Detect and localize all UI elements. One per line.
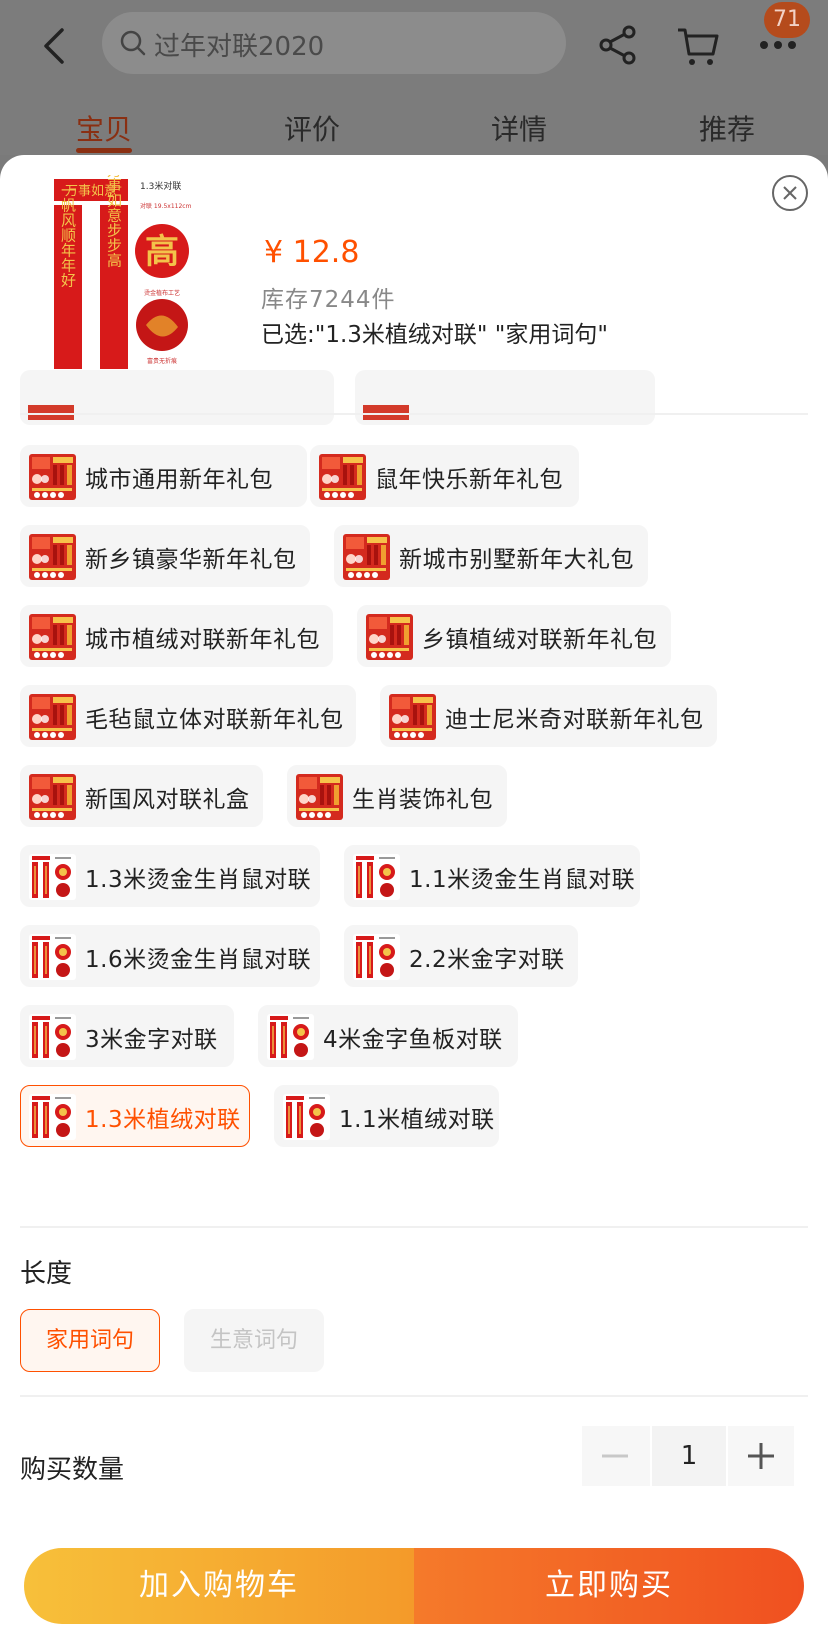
- option-thumbnail: [267, 1014, 314, 1060]
- product-thumbnail[interactable]: 万事如意 一帆风顺年年好 万事如意步步高 1.3米对联 对联 19.5x112c…: [50, 163, 210, 375]
- option-chip[interactable]: 1.3米烫金生肖鼠对联: [20, 845, 320, 907]
- thumb-left-scroll: 一帆风顺年年好: [59, 183, 77, 289]
- option-label: 毛毡鼠立体对联新年礼包: [85, 707, 344, 733]
- option-thumbnail: [283, 1094, 330, 1140]
- option-label: 1.1米植绒对联: [339, 1107, 495, 1133]
- buy-now-button[interactable]: 立即购买: [414, 1548, 804, 1624]
- option-label: 城市通用新年礼包: [85, 467, 273, 493]
- tab-baobei[interactable]: 宝贝: [76, 108, 132, 148]
- option-chip[interactable]: 迪士尼米奇对联新年礼包: [380, 685, 717, 747]
- option-label: 新国风对联礼盒: [85, 787, 250, 813]
- option-chip-selected[interactable]: 1.3米植绒对联: [20, 1085, 250, 1147]
- option-thumbnail: [29, 614, 76, 660]
- search-icon: [120, 30, 146, 56]
- option-thumbnail: [29, 1094, 76, 1140]
- option-chip[interactable]: 城市通用新年礼包: [20, 445, 307, 507]
- option-thumbnail: [29, 534, 76, 580]
- selected-summary: 已选:"1.3米植绒对联" "家用词句": [261, 322, 608, 348]
- option-chip[interactable]: 1.6米烫金生肖鼠对联: [20, 925, 320, 987]
- option-label: 生肖装饰礼包: [352, 787, 493, 813]
- option-thumbnail: [29, 934, 76, 980]
- divider: [20, 1226, 808, 1228]
- quantity-value[interactable]: 1: [652, 1426, 726, 1486]
- option-chip[interactable]: 鼠年快乐新年礼包: [310, 445, 579, 507]
- length-option-business[interactable]: 生意词句: [184, 1309, 324, 1372]
- option-thumbnail: [353, 934, 400, 980]
- close-icon[interactable]: [771, 174, 809, 212]
- share-icon[interactable]: [598, 24, 638, 66]
- thumb-right-scroll: 万事如意步步高: [105, 175, 123, 268]
- price: ¥ 12.8: [264, 235, 360, 270]
- tab-details[interactable]: 详情: [491, 108, 547, 148]
- section-tabs: 宝贝 评价 详情 推荐: [0, 100, 828, 155]
- option-label: 1.6米烫金生肖鼠对联: [85, 947, 312, 973]
- length-title: 长度: [20, 1259, 73, 1289]
- top-nav-bar: 过年对联2020 71 宝贝 评价 详情 推荐: [0, 0, 828, 155]
- option-thumbnail: [343, 534, 390, 580]
- option-chip[interactable]: 新乡镇豪华新年礼包: [20, 525, 310, 587]
- active-tab-indicator: [76, 148, 132, 153]
- option-label: 新城市别墅新年大礼包: [399, 547, 634, 573]
- option-label: 4米金字鱼板对联: [323, 1027, 503, 1053]
- option-thumbnail: [353, 854, 400, 900]
- option-thumbnail: [29, 1014, 76, 1060]
- divider: [20, 1395, 808, 1397]
- option-thumbnail: [319, 454, 366, 500]
- option-chip[interactable]: 新国风对联礼盒: [20, 765, 263, 827]
- option-chip[interactable]: 毛毡鼠立体对联新年礼包: [20, 685, 356, 747]
- thumb-size: 对联 19.5x112cm: [140, 202, 192, 210]
- option-label: 乡镇植绒对联新年礼包: [422, 627, 657, 653]
- length-option-home[interactable]: 家用词句: [20, 1309, 160, 1372]
- option-list: 城市通用新年礼包 鼠年快乐新年礼包新乡镇豪华新年礼包 新城市别墅新年大礼包城市植绒对…: [0, 370, 828, 1375]
- option-label: 鼠年快乐新年礼包: [375, 467, 563, 493]
- thumb-caption1: 烫金植布工艺: [144, 289, 180, 297]
- option-thumbnail: [296, 774, 343, 820]
- option-label: 1.3米植绒对联: [85, 1107, 241, 1133]
- thumb-title: 1.3米对联: [140, 180, 181, 192]
- action-buttons: 加入购物车 立即购买: [24, 1548, 804, 1624]
- option-chip[interactable]: 城市植绒对联新年礼包: [20, 605, 333, 667]
- option-chip[interactable]: 1.1米植绒对联: [274, 1085, 499, 1147]
- search-placeholder: 过年对联2020: [154, 32, 325, 62]
- option-thumbnail: [389, 694, 436, 740]
- search-bar[interactable]: 过年对联2020: [102, 12, 566, 74]
- cart-count-badge: 71: [764, 2, 810, 38]
- thumb-caption2: 富贵无折痕: [147, 357, 177, 365]
- tab-reviews[interactable]: 评价: [284, 108, 340, 148]
- option-chip[interactable]: 4米金字鱼板对联: [258, 1005, 518, 1067]
- quantity-stepper: 1: [582, 1426, 794, 1486]
- sku-selector-sheet: 万事如意 一帆风顺年年好 万事如意步步高 1.3米对联 对联 19.5x112c…: [0, 155, 828, 1645]
- option-chip[interactable]: 新城市别墅新年大礼包: [334, 525, 648, 587]
- option-label: 新乡镇豪华新年礼包: [85, 547, 297, 573]
- option-chip[interactable]: 3米金字对联: [20, 1005, 234, 1067]
- stock-count: 库存7244件: [261, 287, 396, 313]
- divider: [20, 413, 808, 415]
- thumb-fu-char: 高: [145, 232, 179, 272]
- option-label: 城市植绒对联新年礼包: [85, 627, 320, 653]
- option-chip[interactable]: 生肖装饰礼包: [287, 765, 507, 827]
- option-chip[interactable]: 乡镇植绒对联新年礼包: [357, 605, 671, 667]
- quantity-title: 购买数量: [20, 1455, 125, 1485]
- option-thumbnail: [366, 614, 413, 660]
- decrease-button[interactable]: [582, 1426, 650, 1486]
- option-chip[interactable]: 1.1米烫金生肖鼠对联: [344, 845, 640, 907]
- option-cut-off[interactable]: [20, 370, 334, 425]
- back-arrow-icon[interactable]: [36, 26, 76, 66]
- option-label: 1.3米烫金生肖鼠对联: [85, 867, 312, 893]
- option-thumbnail: [29, 694, 76, 740]
- option-label: 迪士尼米奇对联新年礼包: [445, 707, 704, 733]
- tab-recommend[interactable]: 推荐: [699, 108, 755, 148]
- option-thumbnail: [29, 454, 76, 500]
- cart-icon[interactable]: [676, 24, 720, 68]
- option-cut-off[interactable]: [355, 370, 655, 425]
- option-thumbnail: [29, 774, 76, 820]
- add-to-cart-button[interactable]: 加入购物车: [24, 1548, 414, 1624]
- option-thumbnail: [29, 854, 76, 900]
- option-label: 3米金字对联: [85, 1027, 218, 1053]
- increase-button[interactable]: [728, 1426, 794, 1486]
- option-chip[interactable]: 2.2米金字对联: [344, 925, 578, 987]
- option-label: 2.2米金字对联: [409, 947, 565, 973]
- option-label: 1.1米烫金生肖鼠对联: [409, 867, 636, 893]
